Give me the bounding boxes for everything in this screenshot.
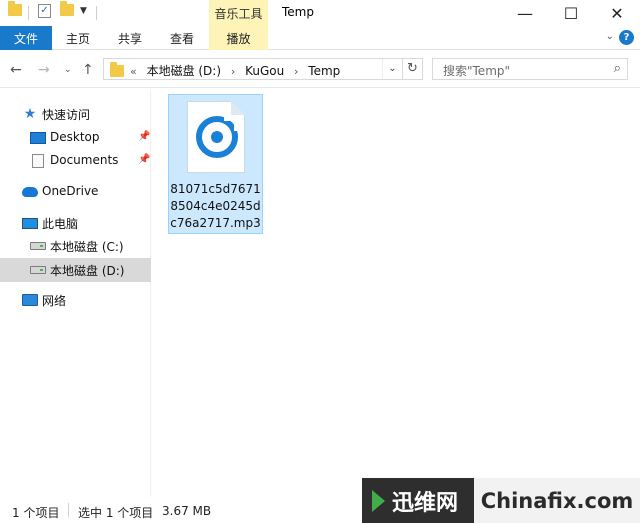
chevron-right-icon: › [230,65,236,78]
watermark-en-text: Chinafix.com [480,488,634,513]
new-folder-icon[interactable] [60,1,74,16]
refresh-button[interactable]: ↻ [403,58,423,80]
drive-icon [30,263,46,277]
folder-icon [110,62,124,77]
folder-icon[interactable] [8,1,22,16]
breadcrumb-kugou[interactable]: KuGou [245,64,284,78]
tab-view[interactable]: 查看 [162,26,202,50]
address-dropdown-icon[interactable]: ⌄ [382,59,402,79]
tab-file[interactable]: 文件 [0,26,52,50]
search-icon[interactable]: ⌕ [614,61,621,76]
tab-share[interactable]: 共享 [110,26,150,50]
breadcrumb-temp[interactable]: Temp [308,64,340,78]
maximize-button[interactable]: ☐ [548,0,594,26]
desktop-icon [30,131,46,145]
context-tab-header: 音乐工具 [209,0,268,26]
star-icon: ★ [23,106,37,122]
breadcrumb: « 本地磁盘 (D:) › KuGou › Temp [130,62,346,79]
breadcrumb-overflow[interactable]: « [130,65,137,78]
recent-locations-icon[interactable]: ⌄ [64,65,72,75]
close-button[interactable]: ✕ [594,0,640,26]
sidebar-item-onedrive[interactable]: OneDrive [0,180,151,204]
up-arrow-icon[interactable]: ↑ [82,62,94,78]
search-input[interactable]: 搜索"Temp" ⌕ [432,58,628,80]
properties-icon[interactable]: ✓ [38,4,51,18]
sidebar-item-this-pc[interactable]: 此电脑 [0,211,151,235]
ribbon-tabs: 文件 主页 共享 查看 播放 ⌄ ? [0,26,640,50]
watermark-site: Chinafix.com [474,478,640,523]
sidebar-item-label: Documents [50,153,119,167]
document-icon [30,154,46,168]
status-item-count: 1 个项目 [12,506,60,520]
sidebar-item-label: 本地磁盘 (C:) [50,240,124,254]
sidebar-item-drive-d[interactable]: 本地磁盘 (D:) [0,258,151,282]
sidebar-item-network[interactable]: 网络 [0,288,151,312]
back-arrow-icon[interactable]: ← [10,62,22,78]
sidebar-item-desktop[interactable]: Desktop 📌 [0,126,151,150]
sidebar-item-label: 网络 [42,294,67,308]
forward-arrow-icon[interactable]: → [38,62,50,78]
customize-toolbar-icon[interactable]: ▼ [80,6,87,16]
breadcrumb-drive-d[interactable]: 本地磁盘 (D:) [147,64,221,78]
watermark-cn-text: 迅维网 [392,490,459,516]
file-name: 81071c5d76718504c4e0245dc76a2717.mp3 [170,182,261,230]
sidebar-item-label: 快速访问 [42,108,91,122]
sidebar-item-label: 本地磁盘 (D:) [50,264,125,278]
divider [28,6,29,20]
tab-play[interactable]: 播放 [209,26,268,50]
file-item[interactable]: 81071c5d76718504c4e0245dc76a2717.mp3 [168,94,263,234]
sidebar-item-label: OneDrive [42,184,99,198]
status-selected: 选中 1 个项目 [78,506,154,520]
divider [68,503,69,517]
pin-icon[interactable]: 📌 [138,131,150,142]
window-title: Temp [282,5,314,19]
divider [96,6,97,20]
music-disc-icon [196,115,240,158]
drive-icon [30,239,46,253]
computer-icon [22,216,38,230]
sidebar-item-label: Desktop [50,130,100,144]
sidebar-item-label: 此电脑 [42,217,79,231]
music-file-icon [187,101,245,173]
help-icon[interactable]: ? [619,30,634,45]
title-bar: ✓ ▼ 音乐工具 Temp — ☐ ✕ [0,0,640,26]
watermark-logo: 迅维网 [362,478,474,523]
status-size: 3.67 MB [162,504,212,518]
sidebar-item-quick-access[interactable]: ★ 快速访问 [0,102,151,126]
watermark: 迅维网 Chinafix.com [362,478,640,523]
cloud-icon [22,185,38,199]
sidebar-item-documents[interactable]: Documents 📌 [0,149,151,173]
logo-arrow-icon [372,489,385,512]
chevron-right-icon: › [294,65,299,78]
pin-icon[interactable]: 📌 [138,154,150,165]
ribbon-expand-icon[interactable]: ⌄ [606,31,614,42]
sidebar-item-drive-c[interactable]: 本地磁盘 (C:) [0,234,151,258]
search-placeholder: 搜索"Temp" [443,64,511,78]
network-icon [22,293,38,307]
minimize-button[interactable]: — [502,0,548,26]
tab-home[interactable]: 主页 [58,26,98,50]
navigation-bar: ← → ⌄ ↑ « 本地磁盘 (D:) › KuGou › Temp ⌄ ↻ 搜… [0,50,640,88]
address-bar[interactable]: « 本地磁盘 (D:) › KuGou › Temp ⌄ [103,58,403,80]
navigation-pane: ★ 快速访问 Desktop 📌 Documents 📌 OneDrive 此电… [0,89,151,497]
